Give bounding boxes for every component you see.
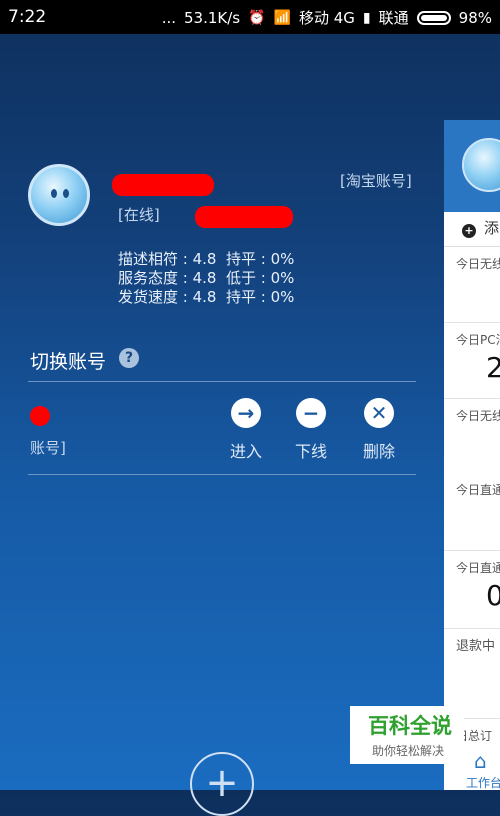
cell-label: 今日PC法	[456, 333, 500, 347]
tab-workbench[interactable]: 工作台	[466, 774, 500, 791]
close-icon: ✕	[364, 398, 394, 428]
add-account-button[interactable]: +	[190, 752, 254, 816]
logout-label: 下线	[294, 442, 327, 461]
panel-cell[interactable]: 今日无线	[444, 247, 500, 323]
side-panel[interactable]: +添 今日无线 今日PC法 2 今日无线 今日直通 今日直通 0 退款中 日总订	[444, 120, 500, 790]
account-label: 账号]	[30, 439, 66, 457]
cell-label: 今日无线	[456, 257, 500, 271]
minus-icon: −	[296, 398, 326, 428]
wifi-icon: 📶	[273, 9, 291, 26]
panel-cell[interactable]: 今日无线 今日直通	[444, 399, 500, 551]
cell-label: 今日无线	[456, 409, 500, 423]
carrier-unicom: 联通	[378, 9, 409, 27]
panel-add-label: 添	[484, 219, 500, 237]
battery-icon	[416, 10, 451, 25]
help-icon[interactable]: ?	[119, 348, 139, 368]
cell-value: 2	[486, 351, 500, 384]
delete-label: 删除	[362, 442, 395, 461]
delete-button[interactable]: ✕ 删除	[354, 398, 404, 462]
arrow-right-icon: →	[231, 398, 261, 428]
redacted-account-avatar	[30, 406, 50, 426]
carrier-mobile: 移动 4G	[298, 9, 355, 27]
cell-label: 退款中	[456, 639, 496, 654]
plus-icon: +	[462, 224, 476, 238]
score-description: 描述相符 : 4.8 持平 : 0%	[118, 250, 295, 268]
watermark-title: 百科全说	[368, 714, 452, 738]
panel-header	[444, 120, 500, 212]
avatar-eye	[63, 189, 69, 198]
avatar-eye	[51, 189, 57, 198]
taobao-account-link[interactable]: [淘宝账号]	[340, 170, 412, 191]
panel-cell[interactable]: 今日PC法 2	[444, 323, 500, 399]
enter-label: 进入	[229, 442, 262, 461]
panel-add-button[interactable]: + 添	[444, 212, 500, 247]
logout-button[interactable]: − 下线	[286, 398, 336, 462]
status-dots: ...	[161, 8, 176, 27]
alarm-icon: ⏰	[248, 9, 266, 26]
cell-label: 今日直通	[456, 561, 500, 575]
status-right: ... 53.1K/s ⏰ 📶 移动 4G ▮ 联通 98%	[162, 7, 492, 28]
avatar[interactable]	[28, 164, 90, 226]
status-bar: 7:22 ... 53.1K/s ⏰ 📶 移动 4G ▮ 联通 98%	[0, 0, 500, 34]
enter-button[interactable]: → 进入	[221, 398, 271, 462]
status-time: 7:22	[8, 7, 47, 27]
divider	[28, 381, 416, 382]
score-shipping: 发货速度 : 4.8 持平 : 0%	[118, 288, 295, 306]
divider	[28, 474, 416, 475]
cell-label: 今日直通	[456, 483, 500, 497]
cell-value: 0	[486, 579, 500, 612]
watermark-subtitle: 助你轻松解决	[372, 744, 445, 758]
redacted-shop-name	[195, 206, 293, 228]
home-icon[interactable]: ⌂	[474, 750, 496, 772]
battery-percent: 98%	[458, 8, 492, 27]
panel-avatar	[462, 138, 500, 192]
online-status: [在线]	[118, 206, 160, 224]
switch-account-title: 切换账号	[30, 351, 107, 373]
panel-cell[interactable]: 今日直通 0	[444, 551, 500, 629]
network-speed: 53.1K/s	[184, 8, 241, 27]
score-service: 服务态度 : 4.8 低于 : 0%	[118, 269, 295, 287]
signal-icon: ▮	[362, 9, 371, 26]
redacted-account-name	[112, 174, 214, 196]
shop-scores: 描述相符 : 4.8 持平 : 0% 服务态度 : 4.8 低于 : 0% 发货…	[118, 250, 294, 307]
watermark: 百科全说 助你轻松解决	[350, 706, 464, 764]
